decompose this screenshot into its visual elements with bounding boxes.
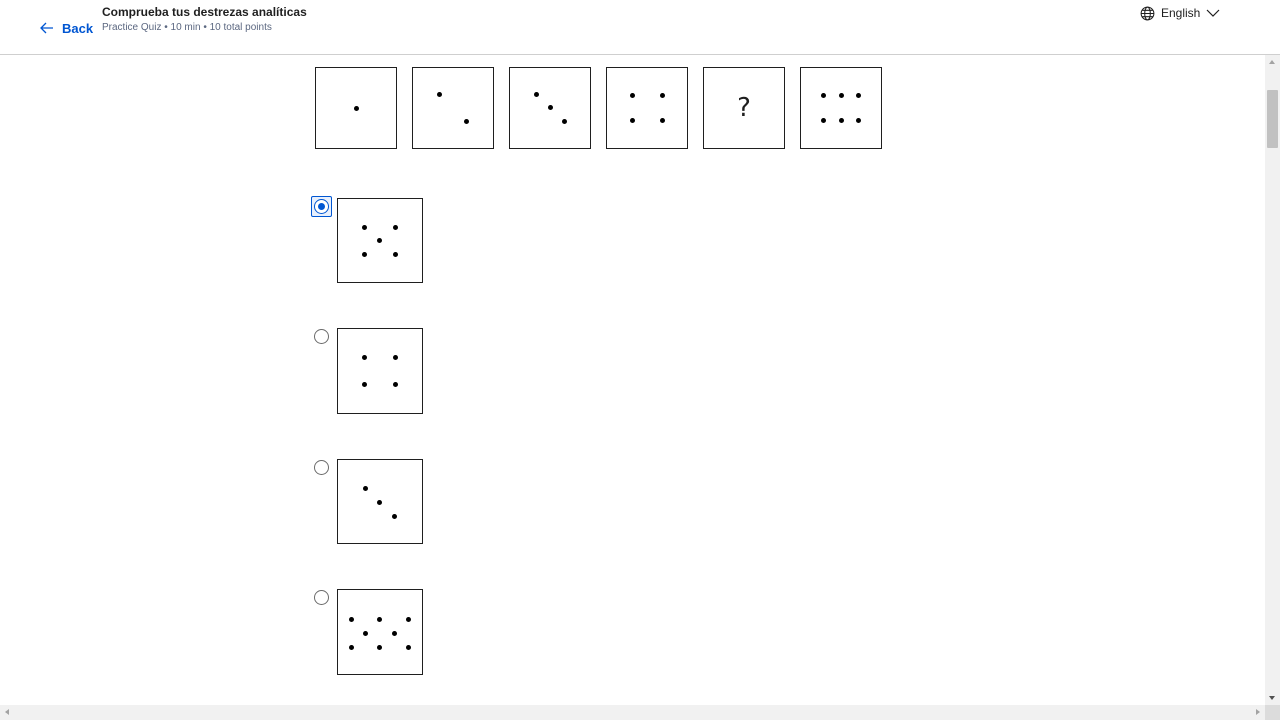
scrollbar-corner bbox=[1265, 705, 1280, 720]
dot bbox=[562, 119, 567, 124]
scroll-right-arrow-icon[interactable] bbox=[1256, 709, 1260, 715]
dot bbox=[354, 106, 359, 111]
dot bbox=[406, 617, 411, 622]
question-mark: ? bbox=[737, 93, 751, 123]
dot bbox=[393, 225, 398, 230]
language-label: English bbox=[1161, 6, 1201, 20]
dot bbox=[839, 118, 844, 123]
vertical-scrollbar[interactable] bbox=[1265, 55, 1280, 705]
dot bbox=[363, 631, 368, 636]
dot bbox=[821, 93, 826, 98]
sequence-cell-4 bbox=[606, 67, 688, 149]
dot bbox=[856, 93, 861, 98]
dot bbox=[393, 382, 398, 387]
dot bbox=[839, 93, 844, 98]
sequence-cell-6 bbox=[800, 67, 882, 149]
quiz-meta: Practice Quiz • 10 min • 10 total points bbox=[102, 22, 272, 33]
dot bbox=[377, 238, 382, 243]
sequence-cell-1 bbox=[315, 67, 397, 149]
chevron-down-icon bbox=[1206, 9, 1220, 17]
dot bbox=[821, 118, 826, 123]
option-4-figure[interactable] bbox=[337, 589, 423, 675]
option-3-radio[interactable] bbox=[314, 460, 329, 475]
dot bbox=[630, 118, 635, 123]
dot bbox=[406, 645, 411, 650]
back-label: Back bbox=[62, 20, 94, 36]
dot bbox=[362, 382, 367, 387]
dot bbox=[362, 252, 367, 257]
dot bbox=[392, 631, 397, 636]
dot bbox=[534, 92, 539, 97]
language-selector[interactable]: English bbox=[1140, 4, 1220, 22]
dot bbox=[393, 252, 398, 257]
dot bbox=[377, 500, 382, 505]
scroll-left-arrow-icon[interactable] bbox=[5, 709, 9, 715]
option-1-figure[interactable] bbox=[337, 198, 423, 283]
scroll-up-arrow-icon[interactable] bbox=[1269, 60, 1275, 64]
page-title: Comprueba tus destrezas analíticas bbox=[102, 5, 307, 19]
sequence-cell-unknown: ? bbox=[703, 67, 785, 149]
back-button[interactable]: Back bbox=[40, 19, 93, 37]
dot bbox=[660, 93, 665, 98]
option-3-figure[interactable] bbox=[337, 459, 423, 544]
dot bbox=[630, 93, 635, 98]
dot bbox=[377, 617, 382, 622]
dot bbox=[856, 118, 861, 123]
sequence-cell-2 bbox=[412, 67, 494, 149]
option-4-radio[interactable] bbox=[314, 590, 329, 605]
option-2-figure[interactable] bbox=[337, 328, 423, 414]
dot bbox=[349, 617, 354, 622]
scrollbar-thumb[interactable] bbox=[1267, 90, 1278, 148]
dot bbox=[392, 514, 397, 519]
dot bbox=[362, 355, 367, 360]
option-1-radio[interactable] bbox=[314, 199, 329, 214]
quiz-content: ? bbox=[0, 55, 1265, 705]
horizontal-scrollbar[interactable] bbox=[0, 705, 1265, 720]
dot bbox=[349, 645, 354, 650]
quiz-header: Back Comprueba tus destrezas analíticas … bbox=[0, 0, 1280, 55]
sequence-cell-3 bbox=[509, 67, 591, 149]
dot bbox=[660, 118, 665, 123]
dot bbox=[437, 92, 442, 97]
option-2-radio[interactable] bbox=[314, 329, 329, 344]
arrow-left-icon bbox=[40, 22, 53, 34]
dot bbox=[393, 355, 398, 360]
globe-icon bbox=[1140, 6, 1155, 20]
dot bbox=[363, 486, 368, 491]
dot bbox=[362, 225, 367, 230]
dot bbox=[548, 105, 553, 110]
scroll-down-arrow-icon[interactable] bbox=[1269, 696, 1275, 700]
dot bbox=[377, 645, 382, 650]
dot bbox=[464, 119, 469, 124]
